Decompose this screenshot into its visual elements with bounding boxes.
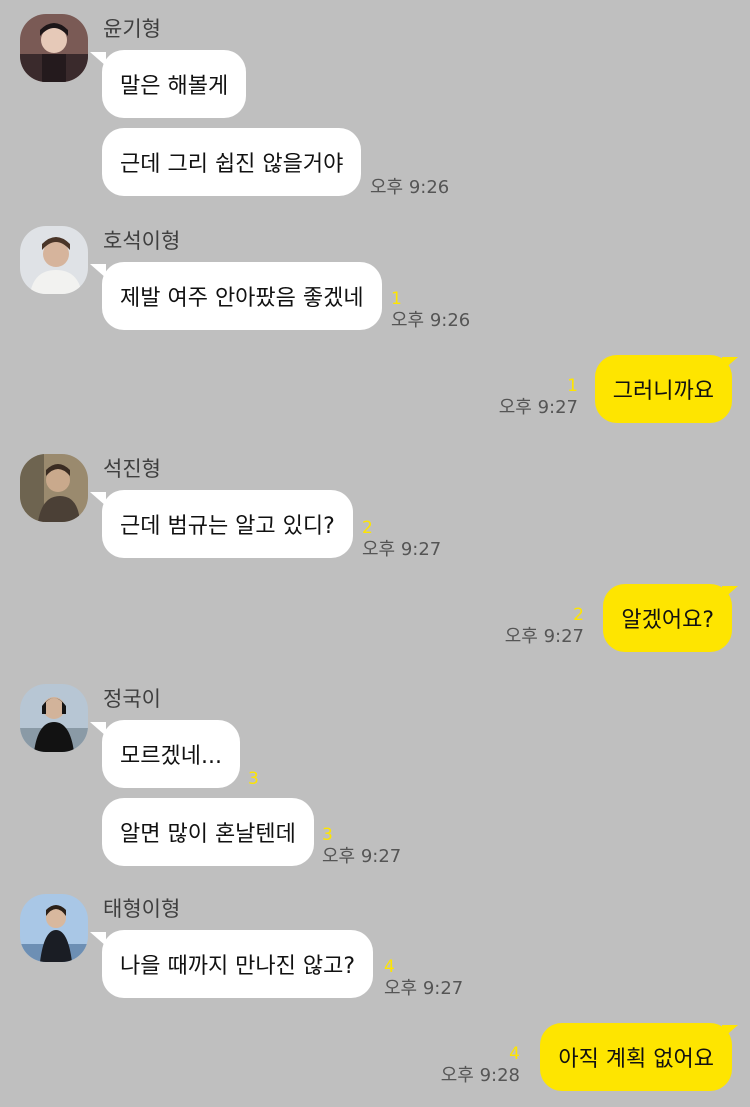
sender-name: 태형이형: [103, 897, 181, 921]
profile-photo-icon: [20, 454, 88, 522]
unread-count: 3: [322, 825, 333, 845]
unread-count: 2: [362, 518, 373, 538]
unread-count: 3: [248, 769, 259, 789]
message-meta: 2 오후 9:27: [362, 517, 441, 561]
message-bubble[interactable]: 근데 범규는 알고 있디?: [102, 490, 353, 558]
unread-count: 1: [567, 376, 578, 396]
sender-name: 석진형: [103, 457, 161, 481]
message-time: 오후 9:27: [498, 397, 578, 418]
profile-photo-icon: [20, 684, 88, 752]
message-time: 오후 9:26: [391, 310, 471, 331]
message-bubble[interactable]: 아직 계획 없어요: [540, 1023, 732, 1091]
message-meta: 2 오후 9:27: [505, 604, 584, 648]
message-meta: 3 오후 9:27: [322, 824, 401, 868]
profile-photo-icon: [20, 226, 88, 294]
avatar[interactable]: [20, 14, 88, 82]
message-bubble[interactable]: 근데 그리 쉽진 않을거야: [102, 128, 362, 196]
message-meta: 4 오후 9:28: [441, 1043, 520, 1087]
message-time: 오후 9:27: [384, 978, 464, 999]
sender-name: 호석이형: [103, 229, 181, 253]
avatar[interactable]: [20, 684, 88, 752]
message-meta: 3: [248, 768, 259, 790]
unread-count: 2: [573, 605, 584, 625]
profile-photo-icon: [20, 894, 88, 962]
message-time: 오후 9:26: [370, 177, 450, 198]
message-meta: 4 오후 9:27: [384, 956, 463, 1000]
sender-name: 정국이: [103, 687, 161, 711]
message-bubble[interactable]: 그러니까요: [594, 355, 732, 423]
message-time: 오후 9:27: [322, 846, 402, 867]
message-bubble[interactable]: 모르겠네...: [102, 720, 240, 788]
message-bubble[interactable]: 알면 많이 혼날텐데: [102, 798, 314, 866]
unread-count: 4: [509, 1044, 520, 1064]
unread-count: 4: [384, 957, 395, 977]
unread-count: 1: [391, 289, 402, 309]
avatar[interactable]: [20, 226, 88, 294]
avatar[interactable]: [20, 894, 88, 962]
avatar[interactable]: [20, 454, 88, 522]
message-meta: 오후 9:26: [370, 177, 449, 199]
message-bubble[interactable]: 제발 여주 안아팠음 좋겠네: [102, 262, 382, 330]
message-time: 오후 9:28: [440, 1065, 520, 1086]
message-meta: 1 오후 9:27: [499, 375, 578, 419]
message-time: 오후 9:27: [504, 626, 584, 647]
profile-photo-icon: [20, 14, 88, 82]
message-bubble[interactable]: 알겠어요?: [603, 584, 732, 652]
message-bubble[interactable]: 나을 때까지 만나진 않고?: [102, 930, 374, 998]
sender-name: 윤기형: [103, 17, 161, 41]
message-time: 오후 9:27: [362, 539, 442, 560]
message-meta: 1 오후 9:26: [391, 288, 470, 332]
message-bubble[interactable]: 말은 해볼게: [102, 50, 247, 118]
